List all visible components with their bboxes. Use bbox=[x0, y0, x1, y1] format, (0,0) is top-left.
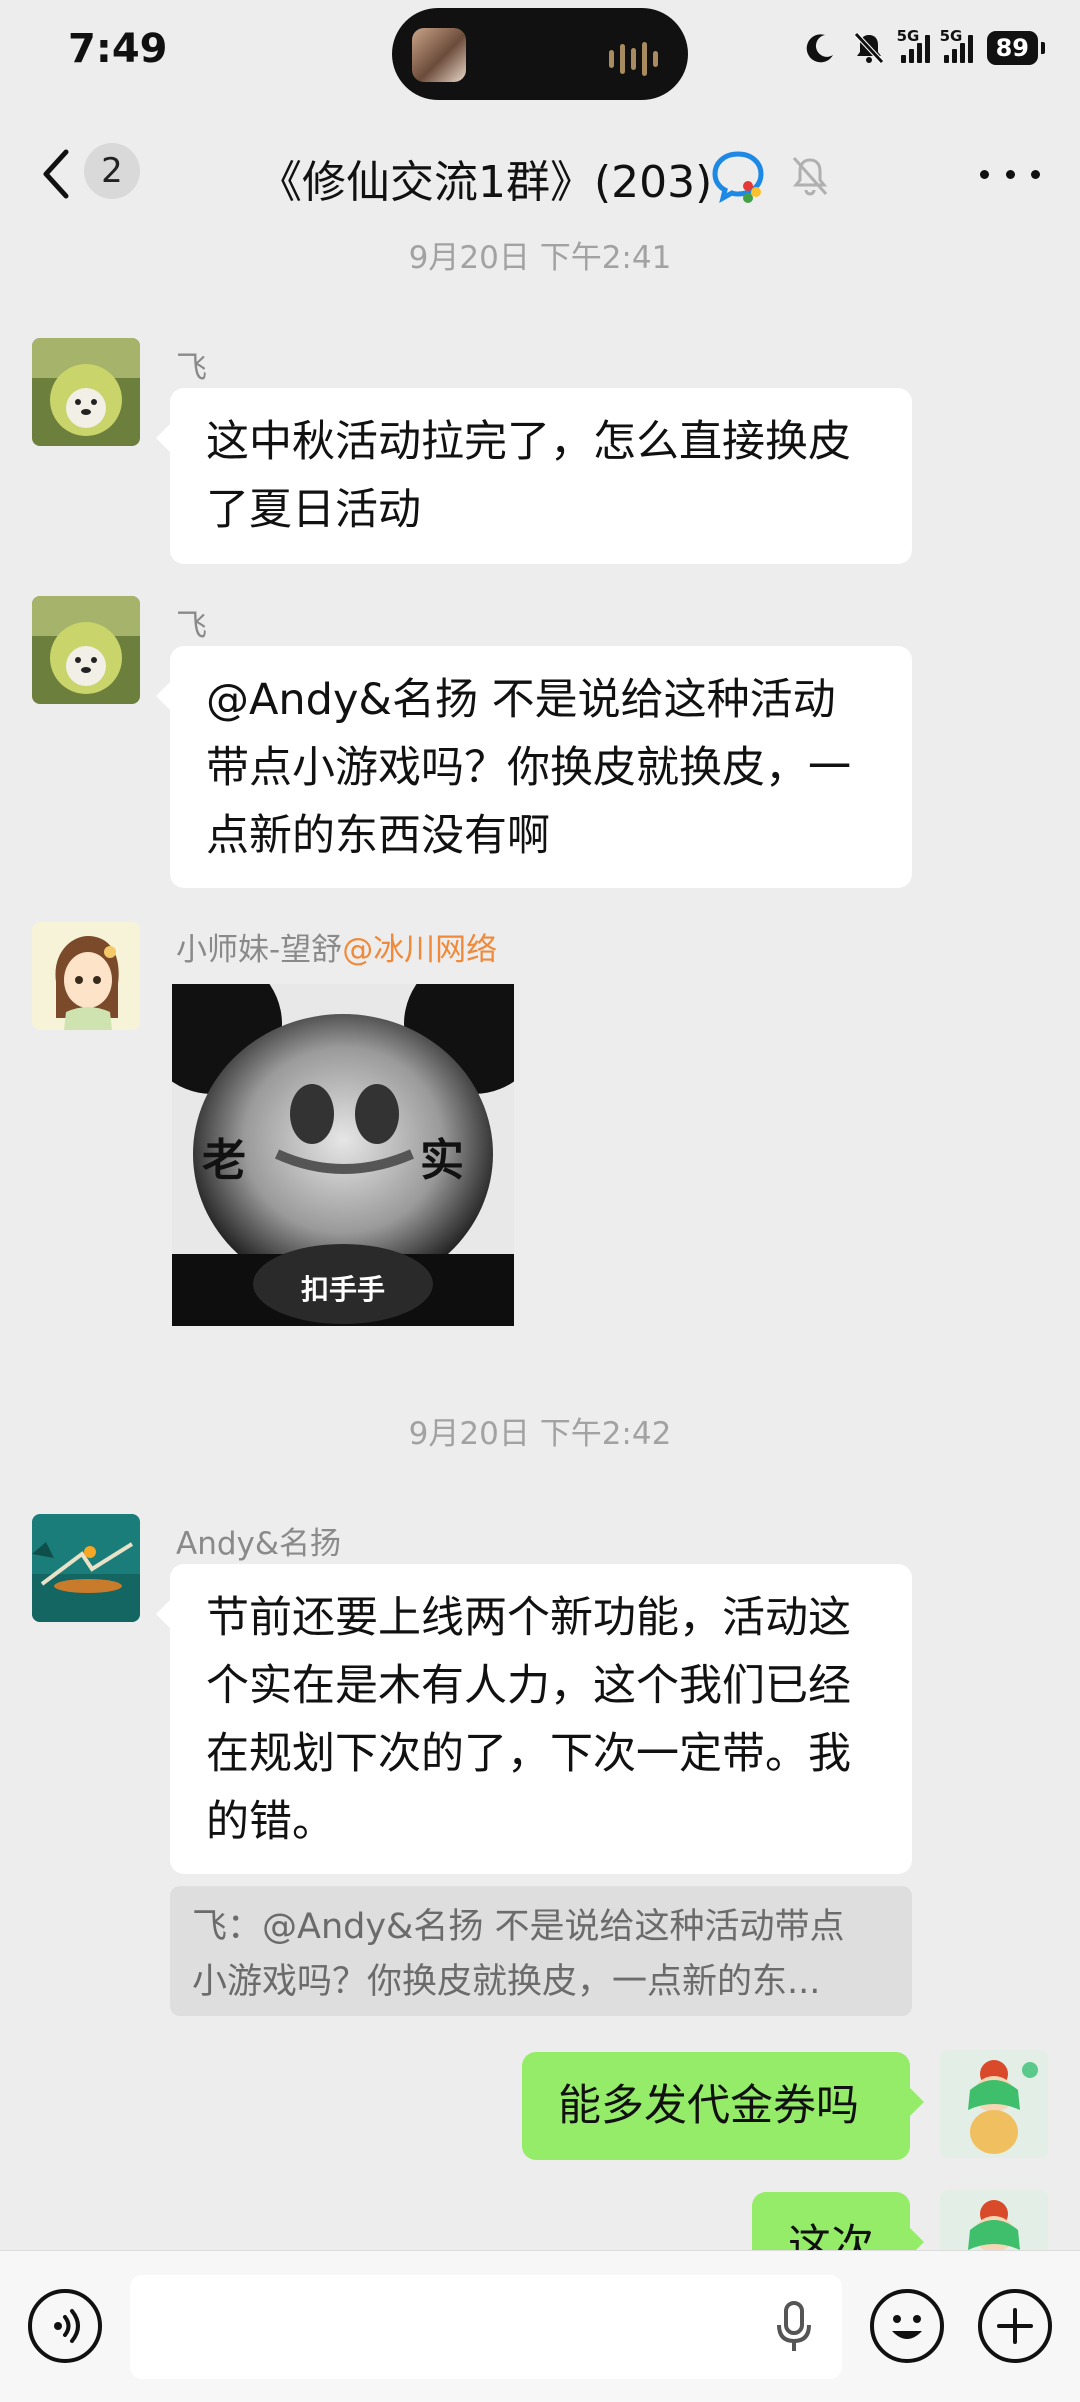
sender-name-text: 小师妹-望舒 bbox=[176, 932, 343, 968]
input-bar bbox=[0, 2250, 1080, 2402]
sender-name: Andy&名扬 bbox=[176, 1526, 342, 1562]
message-text: 能多发代金券吗 bbox=[558, 2081, 859, 2131]
chat-header: 2 《修仙交流1群》(203) bbox=[0, 110, 1080, 234]
plus-icon[interactable] bbox=[978, 2289, 1052, 2363]
back-chevron-icon[interactable] bbox=[36, 146, 80, 202]
message-text-line: 点新的东西没有啊 bbox=[206, 811, 550, 861]
sender-org-tag: @冰川网络 bbox=[342, 932, 498, 968]
system-icons: 5G 5G 89 bbox=[803, 27, 1046, 66]
dynamic-island[interactable] bbox=[392, 8, 688, 100]
message-input[interactable] bbox=[130, 2275, 842, 2379]
message-bubble[interactable]: 节前还要上线两个新功能，活动这 个实在是木有人力，这个我们已经 在规划下次的了，… bbox=[156, 1564, 912, 1874]
partial-message-row: 这次 bbox=[0, 2190, 1080, 2250]
signal-icon-2: 5G bbox=[940, 27, 973, 63]
self-avatar[interactable] bbox=[940, 2050, 1048, 2158]
battery-indicator: 89 bbox=[986, 31, 1046, 65]
emoji-icon[interactable] bbox=[870, 2289, 944, 2363]
message-text-line: @Andy&名扬 不是说给这种活动 bbox=[206, 675, 836, 725]
signal-icon-1: 5G bbox=[897, 27, 930, 63]
message-bubble[interactable]: @Andy&名扬 不是说给这种活动 带点小游戏吗？你换皮就换皮，一 点新的东西没… bbox=[156, 646, 912, 888]
voice-icon[interactable] bbox=[28, 2289, 102, 2363]
quote-text-line: 飞：@Andy&名扬 不是说给这种活动带点 bbox=[192, 1907, 845, 1947]
avatar[interactable] bbox=[32, 922, 140, 1030]
now-playing-thumbnail bbox=[412, 28, 466, 82]
sender-name: 飞 bbox=[176, 608, 207, 644]
silent-bell-icon bbox=[853, 32, 884, 64]
sticker-caption: 扣手手 bbox=[300, 1273, 385, 1306]
message-text-line: 个实在是木有人力，这个我们已经 bbox=[206, 1661, 851, 1711]
chat-title[interactable]: 《修仙交流1群》(203) bbox=[258, 146, 712, 210]
message-timestamp: 9月20日 下午2:42 bbox=[408, 1416, 672, 1452]
audio-wave-icon bbox=[609, 42, 658, 76]
microphone-icon[interactable] bbox=[774, 2299, 814, 2355]
message-text-line: 的错。 bbox=[206, 1797, 335, 1847]
avatar[interactable] bbox=[32, 338, 140, 446]
status-bar: 7:49 5G 5G 89 bbox=[0, 0, 1080, 110]
self-avatar[interactable] bbox=[940, 2190, 1048, 2250]
message-bubble[interactable]: 这中秋活动拉完了，怎么直接换皮 了夏日活动 bbox=[156, 388, 912, 564]
sender-name: 飞 bbox=[176, 350, 207, 386]
sender-name: 小师妹-望舒@冰川网络 bbox=[176, 924, 497, 969]
mute-bell-icon bbox=[792, 157, 828, 196]
avatar[interactable] bbox=[32, 1514, 140, 1622]
message-text-line: 带点小游戏吗？你换皮就换皮，一 bbox=[206, 743, 851, 793]
enterprise-chat-icon bbox=[712, 151, 764, 203]
self-message-bubble[interactable]: 这次 bbox=[752, 2192, 924, 2250]
sticker-text-right: 实 bbox=[420, 1135, 464, 1186]
message-text: 这次 bbox=[788, 2221, 874, 2250]
sticker-image[interactable]: 老 实 扣手手 bbox=[172, 984, 514, 1326]
quote-text-line: 小游戏吗？你换皮就换皮，一点新的东... bbox=[192, 1962, 821, 2002]
message-text-line: 在规划下次的了，下次一定带。我 bbox=[206, 1729, 851, 1779]
message-text-line: 了夏日活动 bbox=[206, 485, 421, 535]
self-message-bubble[interactable]: 能多发代金券吗 bbox=[522, 2052, 924, 2160]
quoted-reply[interactable]: 飞：@Andy&名扬 不是说给这种活动带点 小游戏吗？你换皮就换皮，一点新的东.… bbox=[170, 1886, 912, 2016]
message-timestamp: 9月20日 下午2:41 bbox=[408, 240, 672, 276]
sticker-text-left: 老 bbox=[202, 1135, 246, 1186]
more-icon[interactable] bbox=[980, 160, 1040, 188]
message-text-line: 节前还要上线两个新功能，活动这 bbox=[206, 1593, 851, 1643]
status-time: 7:49 bbox=[68, 26, 168, 72]
unread-count-badge[interactable]: 2 bbox=[84, 143, 140, 199]
message-text-line: 这中秋活动拉完了，怎么直接换皮 bbox=[206, 417, 851, 467]
moon-icon bbox=[806, 34, 833, 63]
avatar[interactable] bbox=[32, 596, 140, 704]
